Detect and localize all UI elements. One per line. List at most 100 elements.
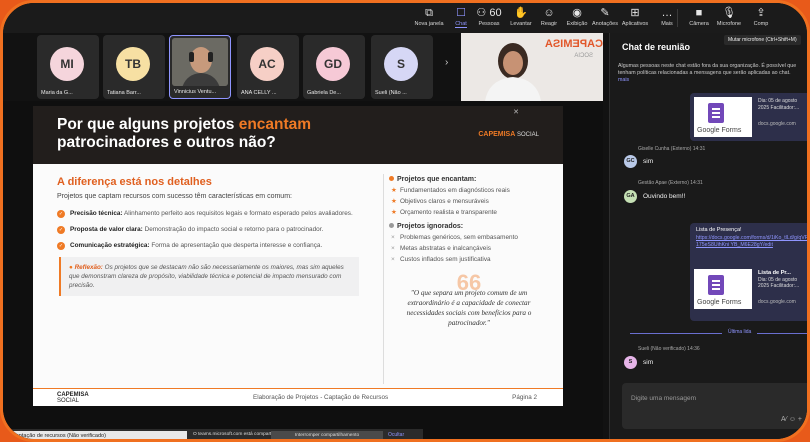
toolbar-mic-button[interactable]: 🎙 Microfone	[711, 5, 747, 27]
toolbar-label: Aplicativos	[621, 21, 649, 27]
card-label: Lista de Presença!	[696, 227, 742, 233]
toolbar-apps-button[interactable]: ⊞ Aplicativos	[617, 5, 653, 27]
ignored-item: × Metas abstratas e inalcançáveis	[389, 245, 549, 253]
quote-text: "O que separa um projeto comum de um ext…	[406, 289, 532, 327]
external-chat-info: Algumas pessoas neste chat estão fora da…	[618, 63, 807, 84]
participant-name: ANA CELLY ...	[241, 90, 277, 96]
avatar: MI	[50, 47, 84, 81]
slide-brand-name: CAPEMISA	[478, 131, 516, 138]
meeting-chat-panel: Chat de reunião Mutar microfone (Ctrl+Sh…	[609, 33, 807, 439]
card-info: Lista de Pr... Dia: 05 de agosto 2025 Faci…	[758, 270, 799, 290]
card-title: Lista de Pr...	[758, 270, 791, 276]
lightbulb-icon: ●	[69, 264, 73, 271]
avatar: AC	[250, 47, 284, 81]
presenter-wall-sub: SOCIA	[574, 53, 593, 59]
presenter-video[interactable]: CAPEMISA SOCIA	[461, 33, 603, 101]
enchant-list: ★ Fundamentados em diagnósticos reais ★ Obj…	[389, 187, 549, 217]
form-card-message-2[interactable]: Lista de Presença! https://docs.google.c…	[690, 223, 807, 321]
cross-icon: ×	[391, 245, 395, 252]
card-domain: docs.google.com	[758, 121, 796, 127]
column-divider	[383, 174, 384, 384]
sharing-notice-bar: captação de recursos (Não verificado) O …	[3, 429, 423, 439]
feature-list: ✓ Precisão técnica: Alinhamento perfeito …	[57, 209, 375, 250]
people-icon: ⚇ 60	[476, 7, 502, 19]
cross-icon: ×	[391, 256, 395, 263]
google-forms-icon	[708, 275, 724, 295]
ignored-heading: Projetos ignorados:	[389, 223, 549, 230]
form-card-message-1[interactable]: Google Forms Dia: 05 de agosto 2025 Facil…	[690, 93, 807, 141]
ignored-item: × Custos inflados sem justificativa	[389, 256, 549, 264]
toolbar-label: Microfone	[716, 21, 742, 27]
toolbar-share-button[interactable]: ⇪ Comp	[743, 5, 779, 27]
ignored-item-text: Custos inflados sem justificativa	[400, 256, 491, 263]
participant-tile[interactable]: TB Tatiana Barr...	[103, 35, 165, 99]
participant-video	[172, 38, 228, 86]
chat-sender: Gestão Apae (Externo) 14:31	[638, 180, 703, 186]
reflection-text: Os projetos que se destacam não são nece…	[69, 264, 344, 289]
compose-actions[interactable]: A⁄ ☺ +	[781, 416, 802, 423]
hide-notice-button[interactable]: Ocultar	[388, 432, 404, 438]
footer-title: Elaboração de Projetos - Captação de Rec…	[253, 394, 389, 401]
participant-tile[interactable]: S Sueli (Não ...	[371, 35, 433, 99]
toolbar-label: Exibição	[566, 21, 588, 27]
form-link[interactable]: https://docs.google.com/forms/d/1iKo_tlL…	[696, 235, 807, 249]
google-forms-thumbnail: Google Forms	[694, 97, 752, 137]
teams-window: ⧉ Nova janela ☐ Chat ⚇ 60 Pessoas ✋ Levantar ☺ Re…	[0, 0, 810, 442]
google-forms-label: Google Forms	[697, 299, 742, 306]
feature-title: Comunicação estratégica:	[70, 242, 150, 249]
enchant-item: ★ Orçamento realista e transparente	[389, 209, 549, 217]
toolbar-label: Levantar	[510, 21, 532, 27]
google-forms-thumbnail: Google Forms	[694, 269, 752, 309]
orange-bullet-icon	[389, 176, 394, 181]
toolbar-more-button[interactable]: … Mais	[649, 5, 685, 27]
slide-left-column: A diferença está nos detalhes Projetos q…	[57, 176, 375, 296]
new-window-icon: ⧉	[425, 7, 433, 19]
participant-tile[interactable]: AC ANA CELLY ...	[237, 35, 299, 99]
slide-brand-sub: SOCIAL	[516, 132, 539, 138]
enchant-item-text: Objetivos claros e mensuráveis	[400, 198, 489, 205]
feature-item: ✓ Proposta de valor clara: Demonstração d…	[57, 225, 375, 234]
more-icon: …	[661, 7, 673, 19]
card-domain: docs.google.com	[758, 299, 796, 305]
enchant-heading: Projetos que encantam:	[389, 176, 549, 183]
presentation-slide: Por que alguns projetos encantam patroci…	[33, 106, 563, 406]
chat-message-text: sim	[643, 359, 654, 366]
participant-tile[interactable]: MI Maria da G...	[37, 35, 99, 99]
external-info-text: Algumas pessoas neste chat estão fora da…	[618, 63, 797, 76]
card-line: 2025 Facilitador:...	[758, 104, 800, 111]
shared-screen: Por que alguns projetos encantam patroci…	[3, 101, 603, 439]
avatar: GA	[624, 190, 637, 203]
slide-title-pre: Por que alguns projetos	[57, 116, 239, 133]
info-more-link[interactable]: mais	[618, 77, 629, 83]
enchant-title: Projetos que encantam:	[397, 176, 477, 183]
chevron-right-icon[interactable]: ›	[445, 57, 448, 68]
enchant-item-text: Fundamentados em diagnósticos reais	[400, 187, 510, 194]
ignored-item-text: Metas abstratas e inalcançáveis	[400, 245, 491, 252]
participant-name: Sueli (Não ...	[375, 90, 407, 96]
apps-icon: ⊞	[630, 7, 640, 19]
slide-title: Por que alguns projetos encantam patroci…	[57, 116, 387, 152]
message-compose-box[interactable]: Digite uma mensagem A⁄ ☺ +	[622, 383, 807, 429]
slide-footer: CAPEMISA SOCIAL Elaboração de Projetos - …	[33, 388, 563, 406]
participant-tile[interactable]: Vinnicius Ventu...	[169, 35, 231, 99]
avatar: GC	[624, 155, 637, 168]
card-date: Dia: 05 de agosto	[758, 276, 798, 283]
close-icon[interactable]: ✕	[513, 108, 519, 116]
toolbar-new-window-button[interactable]: ⧉ Nova janela	[411, 5, 447, 27]
feature-item: ✓ Comunicação estratégica: Forma de apres…	[57, 241, 375, 250]
chat-title: Chat de reunião	[622, 42, 691, 52]
toolbar-label: Anotações	[592, 21, 618, 27]
enchant-item: ★ Objetivos claros e mensuráveis	[389, 198, 549, 206]
slide-header: Por que alguns projetos encantam patroci…	[33, 106, 563, 164]
toolbar-people-button[interactable]: ⚇ 60 Pessoas	[471, 5, 507, 27]
compose-placeholder: Digite uma mensagem	[631, 395, 697, 402]
reflection-label: Reflexão:	[74, 264, 103, 271]
participant-name: Vinnicius Ventu...	[174, 89, 217, 95]
avatar: S	[624, 356, 637, 369]
toolbar-label: Pessoas	[478, 21, 500, 27]
participant-tile[interactable]: GD Gabriela De...	[303, 35, 365, 99]
notice-window-label: captação de recursos (Não verificado)	[7, 431, 187, 439]
section-intro: Projetos que captam recursos com sucesso…	[57, 193, 292, 200]
ignored-list: × Problemas genéricos, sem embasamento × Me…	[389, 234, 549, 264]
stop-sharing-button[interactable]: Interromper compartilhamento	[271, 431, 383, 439]
